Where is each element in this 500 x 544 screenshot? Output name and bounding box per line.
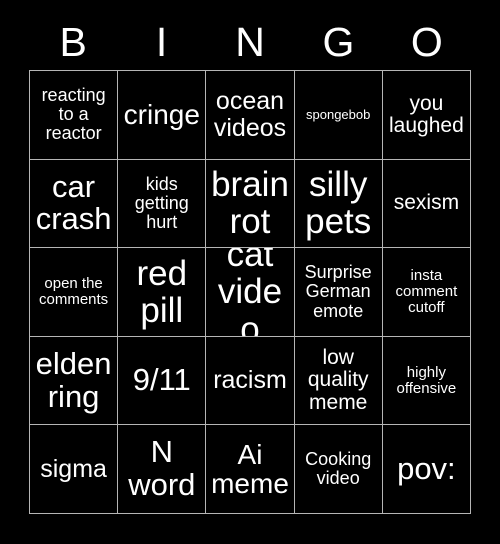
bingo-cell-label: sexism	[393, 191, 460, 215]
bingo-cell[interactable]: sexism	[382, 159, 471, 249]
bingo-cell-label: pov:	[397, 450, 456, 486]
bingo-cell-label: highly offensive	[396, 363, 457, 397]
bingo-cell[interactable]: ocean videos	[206, 71, 295, 160]
bingo-cell-label: N word	[128, 434, 196, 503]
bingo-cell-label: Surprise German emote	[304, 262, 372, 321]
bingo-cell-label: racism	[213, 366, 287, 395]
bingo-cell-label: cringe	[123, 98, 200, 130]
bingo-cell-label: cat video	[217, 248, 283, 337]
bingo-cell-label: spongebob	[306, 106, 371, 122]
bingo-cell-label: reacting to a reactor	[41, 85, 106, 144]
bingo-cell[interactable]: low quality meme	[294, 336, 383, 426]
bingo-cell[interactable]: 9/11	[118, 336, 207, 426]
bingo-cell-label: ocean videos	[213, 87, 287, 142]
bingo-cell[interactable]: Cooking video	[294, 425, 383, 514]
bingo-cell[interactable]: reacting to a reactor	[30, 71, 119, 160]
bingo-cell[interactable]: pov:	[382, 425, 471, 514]
bingo-cell[interactable]: silly pets	[294, 159, 383, 249]
bingo-cell[interactable]: kids getting hurt	[118, 159, 207, 249]
bingo-grid: reacting to a reactor cringe ocean videos s…	[29, 70, 471, 514]
header-letter-o: O	[410, 18, 443, 65]
bingo-cell[interactable]: insta comment cutoff	[382, 248, 471, 337]
header-letter-b: B	[59, 18, 87, 65]
bingo-cell[interactable]: sigma	[30, 425, 119, 514]
bingo-cell[interactable]: you laughed	[382, 71, 471, 160]
bingo-cell-label: open the comments	[39, 275, 109, 308]
bingo-cell-label: low quality meme	[307, 346, 369, 414]
bingo-cell-label: sigma	[40, 454, 107, 483]
bingo-card: B I N G O reacting to a reactor cringe oce…	[0, 0, 500, 544]
bingo-cell[interactable]: cringe	[118, 71, 207, 160]
bingo-cell[interactable]: open the comments	[30, 248, 119, 337]
header-letter-n: N	[235, 18, 265, 65]
bingo-cell-label: silly pets	[305, 165, 372, 242]
bingo-cell-label: you laughed	[389, 91, 464, 137]
bingo-cell[interactable]: Surprise German emote	[294, 248, 383, 337]
bingo-cell-label: red pill	[136, 253, 188, 330]
bingo-cell[interactable]: racism	[206, 336, 295, 426]
bingo-cell[interactable]: cat video	[206, 248, 295, 337]
bingo-cell[interactable]: car crash	[30, 159, 119, 249]
bingo-cell[interactable]: brain rot	[206, 159, 295, 249]
bingo-cell-label: elden ring	[35, 345, 112, 414]
bingo-cell[interactable]: Ai meme	[206, 425, 295, 514]
bingo-cell[interactable]: N word	[118, 425, 207, 514]
bingo-cell-label: insta comment cutoff	[395, 267, 458, 316]
header-letter-i: I	[155, 18, 168, 65]
bingo-cell[interactable]: red pill	[118, 248, 207, 337]
bingo-cell-label: 9/11	[132, 362, 191, 398]
header-letter-g: G	[322, 18, 355, 65]
bingo-cell-label: brain rot	[211, 165, 289, 242]
bingo-cell-label: Cooking video	[305, 449, 372, 489]
bingo-cell-label: Ai meme	[211, 438, 289, 500]
bingo-cell-label: kids getting hurt	[134, 173, 189, 232]
bingo-header: B I N G O	[29, 14, 471, 70]
bingo-cell[interactable]: spongebob	[294, 71, 383, 160]
bingo-cell[interactable]: elden ring	[30, 336, 119, 426]
bingo-cell[interactable]: highly offensive	[382, 336, 471, 426]
bingo-cell-label: car crash	[35, 168, 112, 237]
